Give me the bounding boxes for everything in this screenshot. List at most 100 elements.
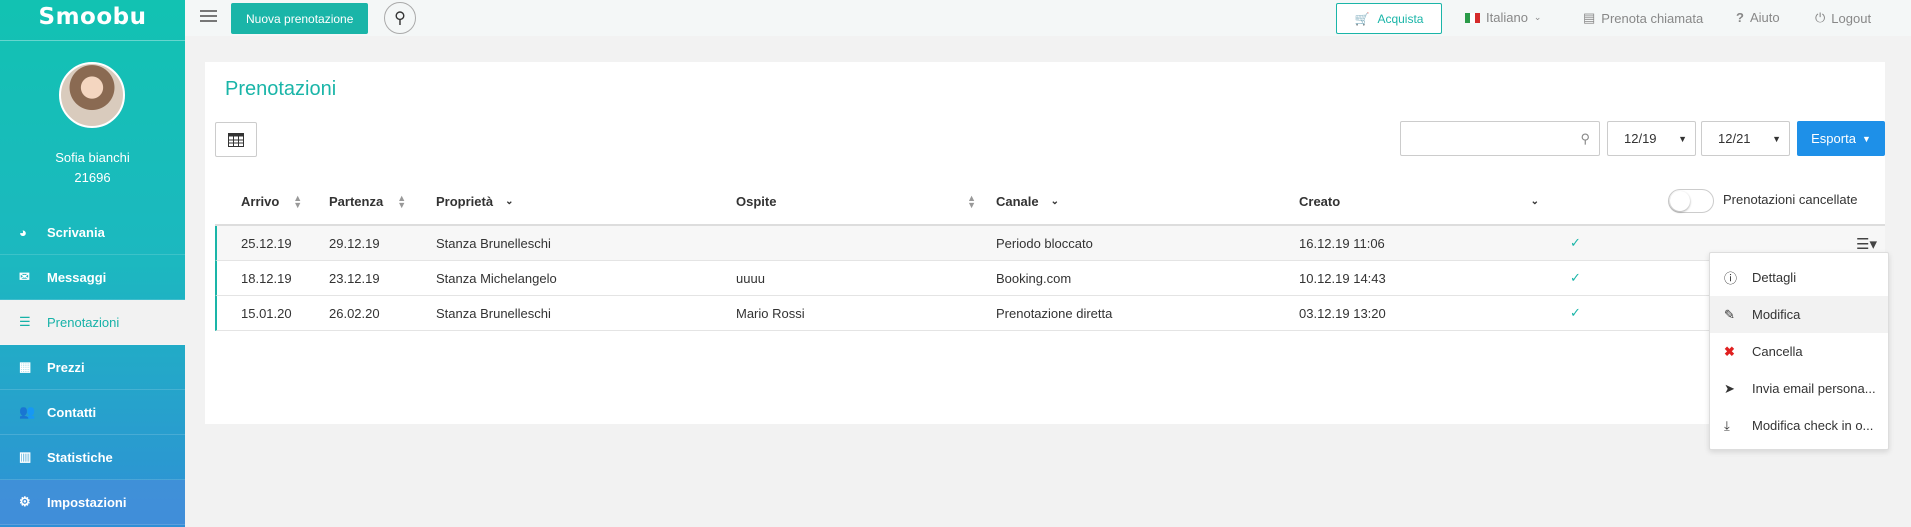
dropdown-arrow-icon: ▼ bbox=[1772, 133, 1781, 144]
sidebar-nav: ◕ Scrivania ✉ Messaggi ☰ Prenotazioni ▦ … bbox=[0, 210, 185, 525]
filter-chevron-icon[interactable]: ⌄ bbox=[1531, 196, 1539, 207]
dropdown-arrow-icon: ▼ bbox=[1678, 133, 1687, 144]
sidebar-item-prezzi[interactable]: ▦ Prezzi bbox=[0, 345, 185, 390]
search-button[interactable]: ⚲ bbox=[384, 2, 416, 34]
calendar-icon: ▤ bbox=[1583, 10, 1596, 25]
logout-label: Logout bbox=[1831, 10, 1872, 26]
sidebar-item-messaggi[interactable]: ✉ Messaggi bbox=[0, 255, 185, 300]
date-to-value: 12/21 bbox=[1718, 131, 1751, 146]
cell-channel: Periodo bloccato bbox=[996, 236, 1093, 251]
export-label: Esporta bbox=[1811, 131, 1856, 146]
page-title: Prenotazioni bbox=[225, 78, 337, 100]
book-call-link[interactable]: ▤ Prenota chiamata bbox=[1583, 10, 1703, 26]
sidebar-item-contatti[interactable]: 👥 Contatti bbox=[0, 390, 185, 435]
date-to-select[interactable]: 12/21 ▼ bbox=[1701, 121, 1790, 156]
sidebar-item-label: Prezzi bbox=[47, 359, 85, 375]
cell-created: 03.12.19 13:20 bbox=[1299, 306, 1386, 321]
sidebar-item-label: Scrivania bbox=[47, 224, 105, 240]
italy-flag-icon bbox=[1465, 12, 1480, 23]
sidebar-item-label: Messaggi bbox=[47, 269, 107, 285]
bar-chart-icon: ▥ bbox=[19, 449, 32, 464]
date-from-value: 12/19 bbox=[1624, 131, 1657, 146]
menu-item-label: Modifica check in o... bbox=[1752, 418, 1874, 433]
language-label: Italiano bbox=[1486, 10, 1528, 25]
filter-chevron-icon[interactable]: ⌄ bbox=[1051, 196, 1059, 207]
column-header-label: Ospite bbox=[736, 194, 777, 209]
hamburger-menu-icon[interactable] bbox=[200, 10, 217, 24]
export-button[interactable]: Esporta ▼ bbox=[1797, 121, 1885, 156]
search-icon: ⚲ bbox=[1580, 131, 1590, 146]
sidebar-item-statistiche[interactable]: ▥ Statistiche bbox=[0, 435, 185, 480]
cell-departure: 29.12.19 bbox=[329, 236, 380, 251]
menu-item-edit-checkin[interactable]: ⤓ Modifica check in o... bbox=[1710, 407, 1888, 444]
menu-item-cancel[interactable]: ✖ Cancella bbox=[1710, 333, 1888, 370]
logout-link[interactable]: ⏻ Logout bbox=[1815, 10, 1871, 26]
cell-property: Stanza Brunelleschi bbox=[436, 236, 551, 251]
cancelled-bookings-label: Prenotazioni cancellate bbox=[1723, 192, 1858, 207]
user-name: Sofia bianchi bbox=[55, 150, 130, 165]
chevron-down-icon: ▼ bbox=[1861, 133, 1871, 144]
table-row[interactable]: 18.12.19 23.12.19 Stanza Michelangelo uu… bbox=[215, 261, 1885, 296]
bookings-panel: Prenotazioni ⚲ 12/19 ▼ 12/21 ▼ Esporta ▼… bbox=[205, 62, 1885, 424]
column-header-guest[interactable]: Ospite ▲ ▼ bbox=[736, 193, 976, 209]
column-header-created[interactable]: Creato ⌄ bbox=[1299, 194, 1539, 209]
sidebar: Smoobu Sofia bianchi 21696 ◕ Scrivania ✉… bbox=[0, 0, 185, 527]
gear-icon: ⚙ bbox=[19, 494, 31, 509]
pencil-icon: ✎ bbox=[1724, 306, 1735, 322]
filter-chevron-icon[interactable]: ⌄ bbox=[505, 196, 513, 207]
column-header-departure[interactable]: Partenza ▲ ▼ bbox=[329, 193, 406, 209]
menu-item-label: Modifica bbox=[1752, 307, 1801, 322]
date-from-select[interactable]: 12/19 ▼ bbox=[1607, 121, 1696, 156]
search-icon: ⚲ bbox=[394, 10, 406, 27]
sidebar-item-scrivania[interactable]: ◕ Scrivania bbox=[0, 210, 185, 255]
column-header-property[interactable]: Proprietà ⌄ bbox=[436, 194, 513, 209]
calendar-icon bbox=[228, 133, 244, 147]
sidebar-item-label: Impostazioni bbox=[47, 494, 127, 510]
row-actions-menu: ⓘ Dettagli ✎ Modifica ✖ Cancella ➤ Invia… bbox=[1709, 252, 1889, 450]
sidebar-item-label: Contatti bbox=[47, 404, 97, 420]
cell-arrival: 15.01.20 bbox=[241, 306, 292, 321]
language-dropdown[interactable]: Italiano ⌄ bbox=[1465, 10, 1541, 25]
dashboard-icon: ◕ bbox=[19, 224, 27, 240]
buy-button[interactable]: 🛒 Acquista bbox=[1336, 3, 1442, 34]
cancelled-bookings-toggle[interactable] bbox=[1668, 189, 1714, 213]
table-row[interactable]: 25.12.19 29.12.19 Stanza Brunelleschi Pe… bbox=[215, 226, 1885, 261]
menu-item-send-email[interactable]: ➤ Invia email persona... bbox=[1710, 370, 1888, 407]
table-row[interactable]: 15.01.20 26.02.20 Stanza Brunelleschi Ma… bbox=[215, 296, 1885, 331]
column-header-channel[interactable]: Canale ⌄ bbox=[996, 194, 1059, 209]
sidebar-item-impostazioni[interactable]: ⚙ Impostazioni bbox=[0, 480, 185, 525]
logo-bar: Smoobu bbox=[0, 0, 185, 41]
column-header-arrival[interactable]: Arrivo ▲ ▼ bbox=[241, 193, 302, 209]
row-menu-icon[interactable]: ☰▾ bbox=[1856, 235, 1877, 253]
calendar-view-button[interactable] bbox=[215, 122, 257, 157]
envelope-icon: ✉ bbox=[19, 269, 30, 284]
check-icon: ✓ bbox=[1570, 305, 1581, 320]
sidebar-item-prenotazioni[interactable]: ☰ Prenotazioni bbox=[0, 300, 185, 345]
menu-item-details[interactable]: ⓘ Dettagli bbox=[1710, 259, 1888, 296]
search-input[interactable]: ⚲ bbox=[1400, 121, 1600, 156]
app-logo[interactable]: Smoobu bbox=[39, 4, 147, 30]
user-id: 21696 bbox=[74, 170, 111, 185]
cell-channel: Prenotazione diretta bbox=[996, 306, 1113, 321]
power-icon: ⏻ bbox=[1815, 10, 1826, 25]
send-icon: ➤ bbox=[1724, 380, 1735, 396]
help-link[interactable]: ? Aiuto bbox=[1736, 10, 1780, 25]
help-label: Aiuto bbox=[1749, 10, 1780, 25]
cell-guest: uuuu bbox=[736, 271, 765, 286]
cell-arrival: 25.12.19 bbox=[241, 236, 292, 251]
menu-item-edit[interactable]: ✎ Modifica bbox=[1710, 296, 1888, 333]
chevron-down-icon: ⌄ bbox=[1533, 12, 1542, 22]
new-booking-button[interactable]: Nuova prenotazione bbox=[231, 3, 369, 34]
buy-button-label: Acquista bbox=[1377, 11, 1424, 26]
cell-departure: 23.12.19 bbox=[329, 271, 380, 286]
cell-arrival: 18.12.19 bbox=[241, 271, 292, 286]
menu-item-label: Cancella bbox=[1752, 344, 1803, 359]
cart-icon: 🛒 bbox=[1354, 11, 1370, 26]
cell-guest: Mario Rossi bbox=[736, 306, 805, 321]
top-bar: Nuova prenotazione ⚲ 🛒 Acquista Italiano… bbox=[185, 0, 1911, 36]
download-icon: ⤓ bbox=[1724, 417, 1730, 433]
column-header-label: Creato bbox=[1299, 194, 1341, 209]
avatar[interactable] bbox=[59, 62, 125, 128]
sidebar-item-label: Statistiche bbox=[47, 449, 113, 465]
cell-property: Stanza Michelangelo bbox=[436, 271, 557, 286]
